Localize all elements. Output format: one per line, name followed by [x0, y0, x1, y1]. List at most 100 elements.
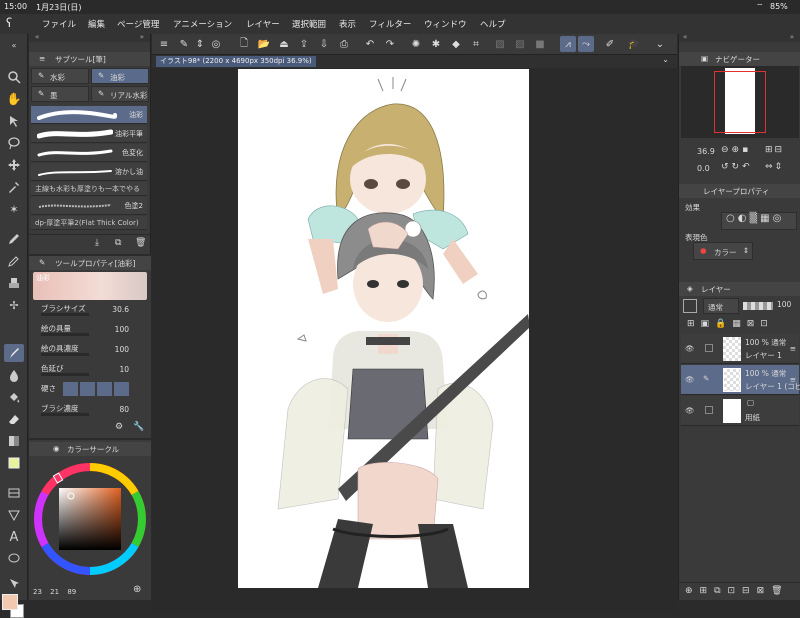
hand-tool-icon[interactable]: ✋	[4, 90, 24, 108]
wrench-icon[interactable]: 🔧	[133, 422, 144, 432]
drawing-canvas[interactable]	[238, 69, 529, 588]
export-icon[interactable]: ⇪	[296, 36, 312, 52]
selection-off-icon[interactable]: ▧	[492, 36, 508, 52]
brush-item-custom-1[interactable]: 主線も水彩も厚塗りも一本でやる	[31, 182, 147, 196]
menu-filter[interactable]: フィルター	[369, 18, 411, 30]
pressure-icon[interactable]: ⤳	[578, 36, 594, 52]
new-file-icon[interactable]: 🗋	[236, 36, 252, 52]
drag-handle-icon[interactable]: ≡	[790, 344, 796, 353]
copy-icon[interactable]: ⧉	[115, 238, 121, 248]
text-tool-icon[interactable]: A	[4, 528, 24, 546]
airbrush-tool-icon[interactable]: ✢	[4, 296, 24, 314]
brush-item-flat-thick[interactable]: dp-厚塗平筆2(Flat Thick Color)	[31, 216, 147, 230]
color-swatch-tool-icon[interactable]	[4, 454, 24, 472]
prop-brush-density[interactable]: ブラシ濃度 80	[33, 402, 145, 420]
rotate-controls[interactable]: ↺↻↶	[721, 162, 753, 172]
toolbar-chevron-icon[interactable]: ⌄	[652, 36, 668, 52]
prop-hardness[interactable]: 硬さ	[33, 382, 145, 400]
correction-tool-icon[interactable]	[4, 574, 24, 592]
paint-brush-selected-icon[interactable]	[4, 344, 24, 362]
layer-lock-controls[interactable]: ⊞▣🔒▦⊠⊡	[687, 319, 774, 329]
pencil-tool-icon[interactable]	[4, 252, 24, 270]
menu-view[interactable]: 表示	[339, 18, 356, 30]
share-icon[interactable]: ⇩	[316, 36, 332, 52]
menu-page[interactable]: ページ管理	[117, 18, 159, 30]
fit-controls[interactable]: ⊞⊟	[765, 145, 784, 155]
save-icon[interactable]: ⏏	[276, 36, 292, 52]
color-mode-icon[interactable]: ⊕	[133, 584, 141, 595]
subtool-group-real-watercolor[interactable]: ✎ リアル水彩	[91, 86, 149, 102]
menu-window[interactable]: ウィンドウ	[424, 18, 467, 30]
pen-settings-icon[interactable]: ✐	[602, 36, 618, 52]
menu-file[interactable]: ファイル	[42, 18, 76, 30]
operation-tool-icon[interactable]	[4, 112, 24, 130]
frame-tool-icon[interactable]	[4, 484, 24, 502]
brush-tool-icon[interactable]	[4, 274, 24, 292]
graduation-icon[interactable]: 🎓	[626, 36, 642, 52]
main-color-swatch[interactable]	[2, 594, 18, 610]
layer-footer-controls[interactable]: ⊕⊞⧉⊡⊟⊠🗑	[679, 582, 800, 600]
eyedropper-tool-icon[interactable]	[4, 178, 24, 196]
tab-chevron-icon[interactable]: ⌄	[662, 55, 669, 64]
download-icon[interactable]: ⤓	[95, 238, 99, 248]
panel-collapse-bar[interactable]: «»	[29, 33, 150, 42]
subtool-group-oil[interactable]: ✎ 油彩	[91, 68, 149, 84]
gradient-tool-icon[interactable]	[4, 432, 24, 450]
brush-item-color-change[interactable]: 色変化	[31, 144, 147, 162]
navigator-preview[interactable]	[681, 66, 799, 138]
prop-paint-density[interactable]: 絵の具濃度 100	[33, 342, 145, 360]
lasso-tool-icon[interactable]	[4, 134, 24, 152]
selection-fill-icon[interactable]: ■	[532, 36, 548, 52]
blend-tool-icon[interactable]	[4, 366, 24, 384]
palette-toggle-icon[interactable]: «	[4, 36, 24, 54]
brush-item-oil[interactable]: 油彩	[31, 106, 147, 124]
clip-studio-icon[interactable]: ◎	[208, 36, 224, 52]
prop-color-stretch[interactable]: 色延び 10	[33, 362, 145, 380]
sort-icon[interactable]: ⇕	[192, 36, 208, 52]
opacity-slider[interactable]	[743, 302, 773, 310]
color-wheel[interactable]	[31, 460, 149, 578]
layer-checkbox[interactable]	[705, 344, 713, 352]
pen-tool-icon[interactable]	[4, 230, 24, 248]
eye-icon[interactable]: 👁	[685, 375, 695, 384]
undo-icon[interactable]: ↶	[362, 36, 378, 52]
layer-row-1[interactable]: 👁 100 % 通常 レイヤー 1 ≡	[681, 334, 799, 364]
menu-animation[interactable]: アニメーション	[173, 18, 232, 30]
clear-icon[interactable]: ✱	[428, 36, 444, 52]
subtool-group-watercolor[interactable]: ✎ 水彩	[31, 68, 89, 84]
subtool-group-ink[interactable]: ✎ 墨	[31, 86, 89, 102]
fill-tool-icon[interactable]	[4, 388, 24, 406]
ruler-tool-icon[interactable]	[4, 506, 24, 524]
redo-icon[interactable]: ↷	[382, 36, 398, 52]
open-folder-icon[interactable]: 📂	[256, 36, 272, 52]
hamburger-menu-icon[interactable]: ≡	[156, 36, 172, 52]
menu-selection[interactable]: 選択範囲	[292, 18, 326, 30]
menu-layer[interactable]: レイヤー	[246, 18, 280, 30]
spinner-icon[interactable]: ✺	[408, 36, 424, 52]
edit-icon[interactable]: ✎	[176, 36, 192, 52]
move-tool-icon[interactable]	[4, 156, 24, 174]
zoom-tool-icon[interactable]	[4, 68, 24, 86]
crop-icon[interactable]: ⌗	[468, 36, 484, 52]
app-logo-icon[interactable]: ʕ	[6, 16, 12, 30]
stabilizer-icon[interactable]: ⩘	[560, 36, 576, 52]
flip-controls[interactable]: ⇔⇕	[765, 162, 784, 172]
eye-icon[interactable]: 👁	[685, 406, 695, 415]
layer-color-box[interactable]	[683, 299, 697, 313]
blend-mode-select[interactable]: 通常	[703, 298, 739, 314]
fill-bucket-icon[interactable]: ◆	[448, 36, 464, 52]
drag-handle-icon[interactable]: ≡	[790, 375, 796, 384]
magic-wand-tool-icon[interactable]: ✶	[4, 200, 24, 218]
menu-help[interactable]: ヘルプ	[480, 18, 506, 30]
menu-edit[interactable]: 編集	[88, 18, 105, 30]
layer-row-2-selected[interactable]: 👁 ✎ 100 % 通常 レイヤー 1 (コピー) ≡	[681, 365, 800, 395]
layer-checkbox[interactable]	[705, 406, 713, 414]
eye-icon[interactable]: 👁	[685, 344, 695, 353]
effect-buttons[interactable]: ○◐▒▦◎	[721, 212, 797, 230]
zoom-controls[interactable]: ⊖⊕▪	[721, 145, 751, 155]
eraser-tool-icon[interactable]	[4, 410, 24, 428]
layer-row-paper[interactable]: 👁 ▢ 用紙	[681, 396, 799, 426]
canvas-tab[interactable]: イラスト98* (2200 x 4690px 350dpi 36.9%)	[156, 56, 316, 67]
print-icon[interactable]: ⎙	[336, 36, 352, 52]
prop-paint-amount[interactable]: 絵の具量 100	[33, 322, 145, 340]
